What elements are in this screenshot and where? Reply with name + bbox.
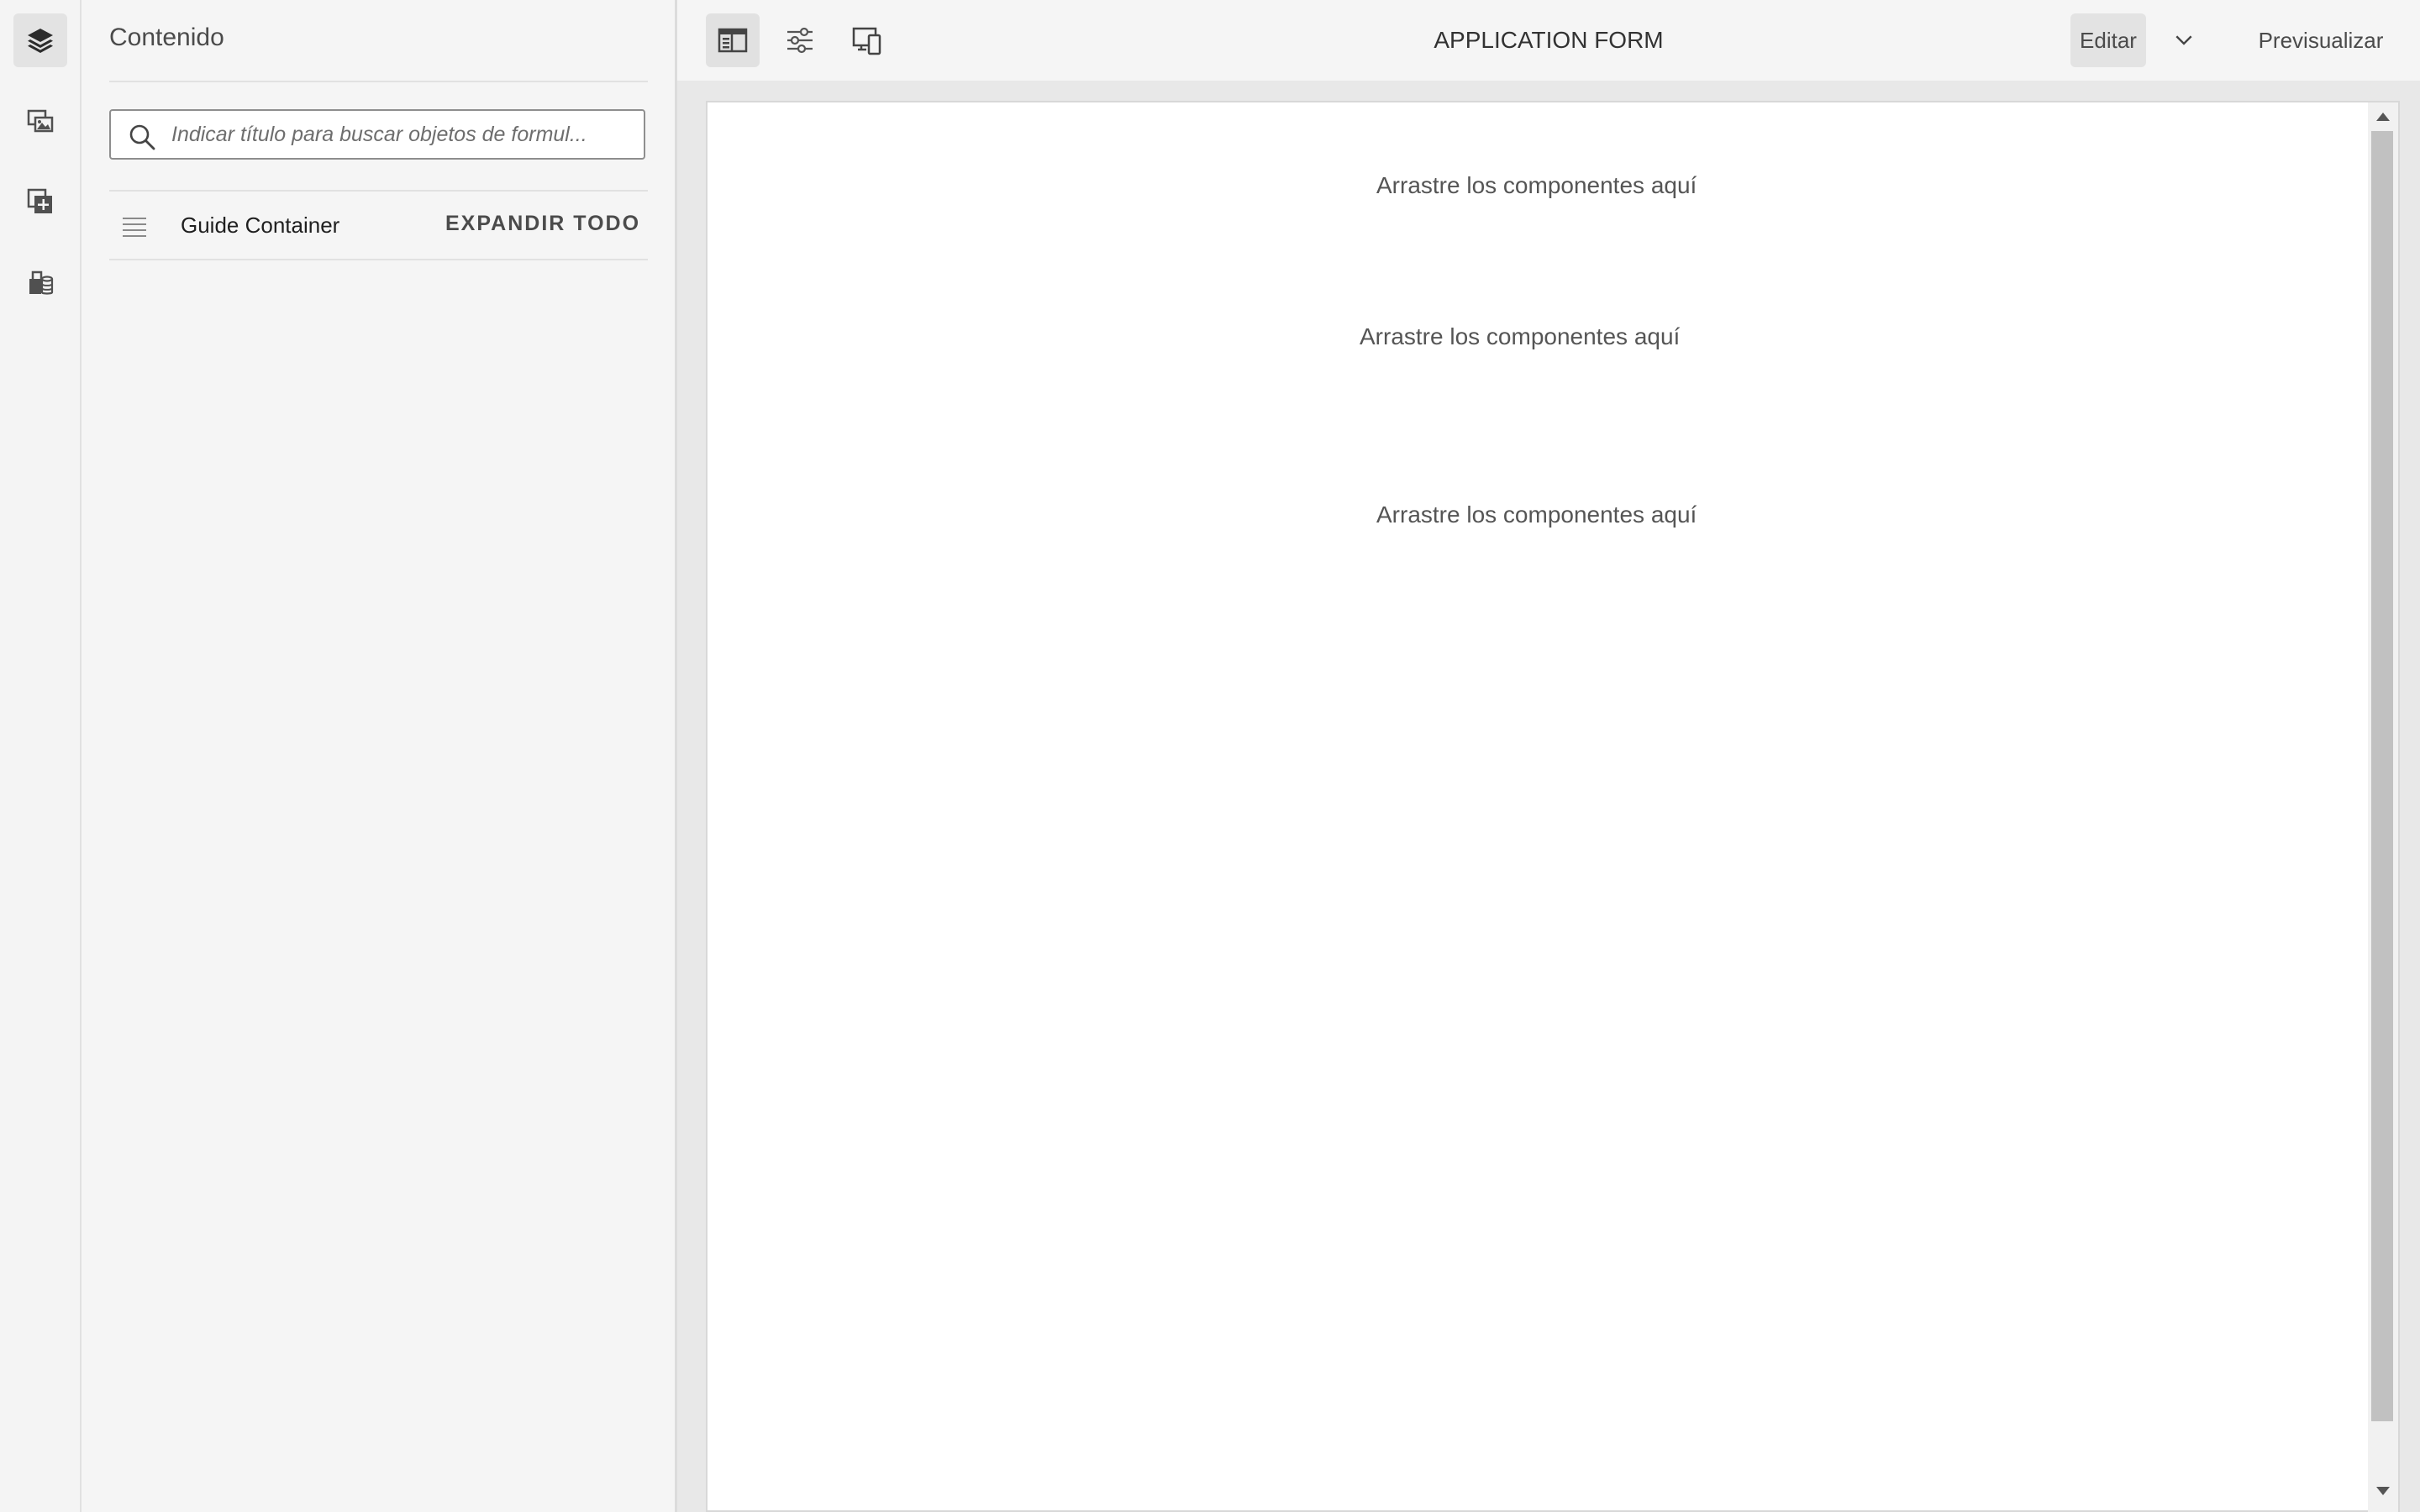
expand-all-button[interactable]: EXPANDIR TODO (445, 212, 640, 236)
divider (109, 259, 648, 260)
scroll-down-arrow[interactable] (2376, 1487, 2390, 1495)
assets-button[interactable] (13, 94, 67, 148)
canvas-scrollbar[interactable] (2368, 102, 2398, 1512)
layers-icon (28, 29, 53, 53)
panel-title: Contenido (109, 24, 224, 51)
search-box[interactable] (109, 109, 645, 160)
drop-zone[interactable]: Arrastre los componentes aquí (1376, 501, 1697, 528)
components-button[interactable] (13, 175, 67, 228)
page-title: APPLICATION FORM (1434, 27, 1664, 53)
edit-mode-button[interactable]: Editar (2070, 13, 2146, 67)
content-panel: Contenido Guide Container EXPANDIR TODO (82, 0, 677, 1512)
search-icon (129, 124, 155, 150)
preview-button[interactable]: Previsualizar (2237, 13, 2405, 67)
content-tree-button[interactable] (13, 13, 67, 67)
divider (109, 81, 648, 82)
tree-item-label[interactable]: Guide Container (181, 213, 339, 239)
search-input[interactable] (171, 113, 634, 156)
tree-item-guide-container[interactable]: Guide Container EXPANDIR TODO (109, 192, 648, 259)
side-rail (0, 0, 82, 1512)
chevron-down-icon (2175, 35, 2192, 45)
components-icon (27, 188, 52, 213)
drop-zone[interactable]: Arrastre los componentes aquí (1376, 172, 1697, 199)
data-sources-icon (29, 270, 54, 295)
scroll-thumb[interactable] (2371, 131, 2393, 1421)
scroll-up-arrow[interactable] (2376, 113, 2390, 121)
data-sources-button[interactable] (13, 255, 67, 309)
editor-toolbar: APPLICATION FORM Editar Previsualizar (677, 0, 2420, 81)
form-page (706, 101, 2400, 1512)
mode-dropdown-button[interactable] (2165, 13, 2203, 67)
drop-zone[interactable]: Arrastre los componentes aquí (1360, 323, 1680, 350)
drag-handle-icon[interactable] (121, 212, 148, 239)
assets-icon (27, 109, 54, 133)
